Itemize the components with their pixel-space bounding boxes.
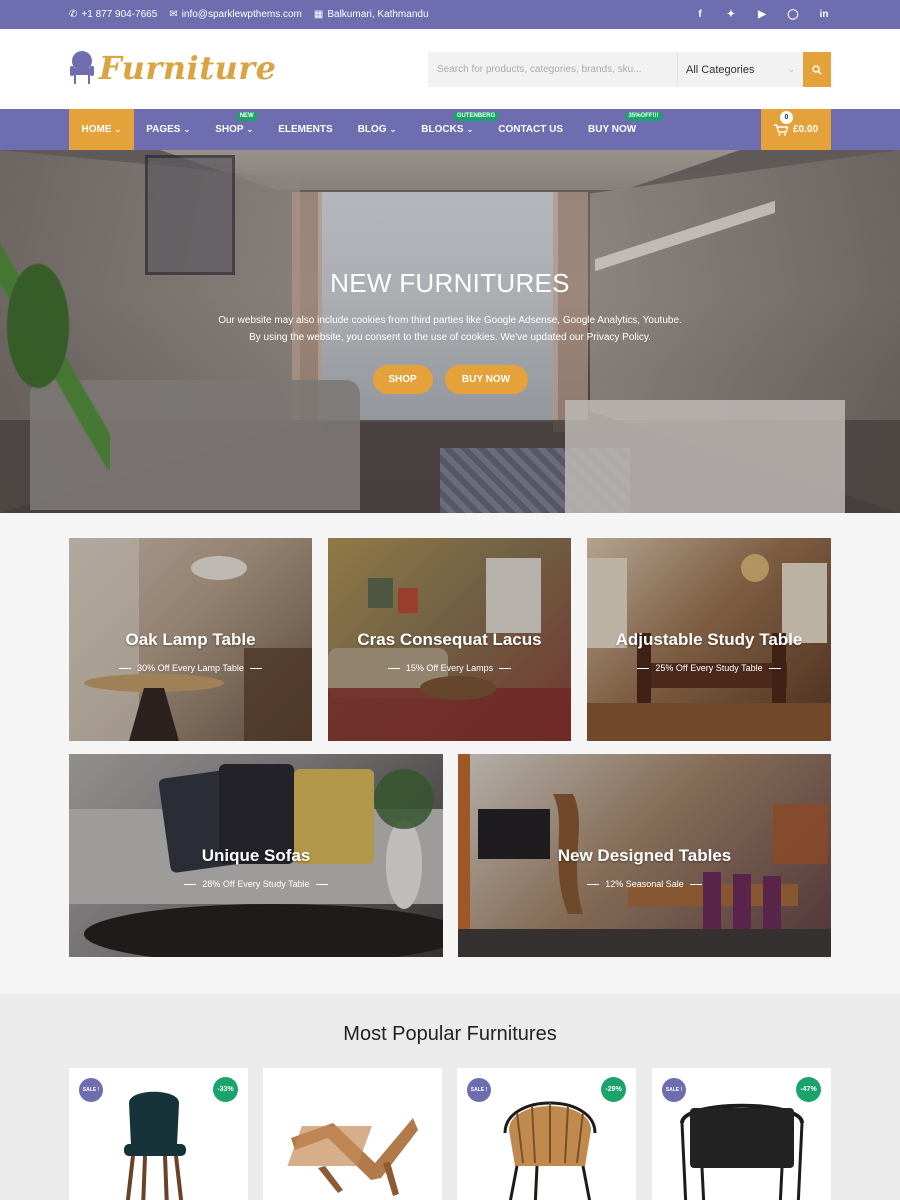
nav-item-label: Home [81, 124, 112, 135]
product-card[interactable]: SALE ! -33% [69, 1068, 248, 1200]
nav-badge-new: NEW [236, 112, 257, 121]
buy-now-button[interactable]: BUY NOW [444, 365, 528, 394]
sale-badge: SALE ! [662, 1078, 686, 1102]
chevron-down-icon: ⌄ [114, 125, 122, 134]
phone-number: +1 877 904-7665 [81, 9, 158, 20]
youtube-icon[interactable]: ▶ [756, 9, 768, 20]
email-item[interactable]: ✉ info@sparklewpthems.com [169, 9, 302, 20]
nav-item-buy-now[interactable]: 35%OFF!!! Buy Now [576, 109, 662, 150]
promo-tile-unique-sofas[interactable]: Unique Sofas 28% Off Every Study Table [69, 754, 443, 957]
promo-title: Oak Lamp Table [125, 630, 256, 649]
promo-subtitle-text: 15% Off Every Lamps [405, 663, 494, 673]
hero-description: Our website may also include cookies fro… [150, 312, 750, 346]
nav-item-label: Shop [215, 124, 244, 135]
promo-subtitle: 25% Off Every Study Table [587, 663, 831, 673]
nav-menu: Home ⌄ Pages ⌄ NEW Shop ⌄ Elements Blog … [69, 109, 662, 150]
promo-tile-adjustable-study-table[interactable]: Adjustable Study Table 25% Off Every Stu… [587, 538, 831, 741]
hero-title: NEW FURNITURES [330, 268, 570, 298]
chevron-down-icon: ⌄ [183, 125, 191, 134]
nav-item-elements[interactable]: Elements [266, 109, 345, 150]
cart-total: £0.00 [792, 124, 819, 135]
phone-icon: ✆ [69, 8, 78, 20]
cart-icon [773, 123, 788, 136]
promo-subtitle: 12% Seasonal Sale [458, 879, 831, 889]
nav-badge-discount: 35%OFF!!! [625, 112, 662, 121]
cart-count-badge: 0 [780, 111, 793, 124]
discount-badge: -33% [213, 1077, 238, 1102]
top-bar: ✆ +1 877 904-7665 ✉ info@sparklewpthems.… [0, 0, 900, 29]
promo-tile-oak-lamp-table[interactable]: Oak Lamp Table 30% Off Every Lamp Table [69, 538, 312, 741]
chevron-down-icon: ⌄ [787, 64, 795, 74]
discount-badge: -47% [796, 1077, 821, 1102]
category-select[interactable]: All Categories ⌄ [677, 52, 803, 87]
email-address: info@sparklewpthems.com [181, 9, 302, 20]
facebook-icon[interactable]: f [694, 9, 706, 20]
phone-item[interactable]: ✆ +1 877 904-7665 [69, 9, 157, 20]
site-logo[interactable]: Furniture [69, 49, 276, 87]
search-bar: All Categories ⌄ [428, 52, 831, 87]
sale-badge: SALE ! [79, 1078, 103, 1102]
promo-tile-cras-consequat-lacus[interactable]: Cras Consequat Lacus 15% Off Every Lamps [328, 538, 571, 741]
twitter-icon[interactable]: ✦ [725, 9, 737, 20]
product-card[interactable]: SALE ! -47% [652, 1068, 831, 1200]
hero-text-line: Our website may also include cookies fro… [218, 315, 682, 326]
promo-subtitle: 28% Off Every Study Table [69, 879, 443, 889]
search-input[interactable] [428, 52, 677, 87]
product-card[interactable]: SALE ! -29% [457, 1068, 636, 1200]
category-selected: All Categories [686, 63, 755, 76]
promo-title: Unique Sofas [201, 846, 311, 865]
logo-text: Furniture [99, 49, 277, 87]
nav-item-label: Contact Us [498, 124, 564, 135]
promo-title: Adjustable Study Table [615, 630, 803, 649]
promo-subtitle: 30% Off Every Lamp Table [69, 663, 312, 673]
hero-content: NEW FURNITURES Our website may also incl… [0, 150, 900, 513]
search-icon [812, 64, 822, 75]
nav-item-label: Pages [146, 124, 181, 135]
promo-tile-new-designed-tables[interactable]: New Designed Tables 12% Seasonal Sale [458, 754, 831, 957]
location-text: Balkumari, Kathmandu [327, 9, 429, 20]
promo-subtitle: 15% Off Every Lamps [328, 663, 571, 673]
magazine-rack-image [287, 1118, 418, 1196]
product-card[interactable] [263, 1068, 442, 1200]
nav-item-blocks[interactable]: GUTENBERG Blocks ⌄ [409, 109, 499, 150]
site-header: Furniture All Categories ⌄ [0, 29, 900, 109]
nav-item-label: Blog [357, 124, 387, 135]
promo-subtitle-text: 28% Off Every Study Table [202, 879, 310, 889]
envelope-icon: ✉ [169, 8, 178, 20]
hero-text-line: By using the website, you consent to the… [249, 332, 651, 343]
nav-item-label: Elements [278, 124, 333, 135]
hero-banner: NEW FURNITURES Our website may also incl… [0, 150, 900, 513]
promo-subtitle-text: 30% Off Every Lamp Table [137, 663, 244, 673]
nav-item-pages[interactable]: Pages ⌄ [134, 109, 203, 150]
shop-button[interactable]: SHOP [372, 365, 433, 394]
linkedin-icon[interactable]: in [818, 9, 830, 20]
section-heading: Most Popular Furnitures [343, 1023, 557, 1045]
sale-badge: SALE ! [467, 1078, 491, 1102]
location-item: ▦ Balkumari, Kathmandu [314, 9, 429, 20]
chevron-down-icon: ⌄ [389, 125, 397, 134]
nav-item-home[interactable]: Home ⌄ [69, 109, 134, 150]
map-icon: ▦ [313, 8, 324, 20]
chair-logo-icon [70, 51, 94, 84]
main-nav: Home ⌄ Pages ⌄ NEW Shop ⌄ Elements Blog … [0, 109, 900, 150]
search-button[interactable] [803, 52, 831, 87]
social-links: f ✦ ▶ ◯ in [694, 0, 830, 29]
nav-item-label: Blocks [421, 124, 464, 135]
discount-badge: -29% [601, 1077, 626, 1102]
chevron-down-icon: ⌄ [466, 125, 474, 134]
hero-buttons: SHOP BUY NOW [0, 365, 900, 394]
nav-item-contact-us[interactable]: Contact Us [486, 109, 576, 150]
promo-title: Cras Consequat Lacus [357, 630, 542, 649]
cart-button[interactable]: 0 £0.00 [761, 109, 831, 150]
popular-section: Most Popular Furnitures SALE ! -33% SALE… [0, 994, 900, 1200]
instagram-icon[interactable]: ◯ [787, 9, 799, 20]
nav-item-blog[interactable]: Blog ⌄ [345, 109, 409, 150]
contact-info: ✆ +1 877 904-7665 ✉ info@sparklewpthems.… [69, 0, 429, 29]
promo-subtitle-text: 25% Off Every Study Table [655, 663, 763, 673]
nav-item-label: Buy Now [588, 124, 637, 135]
chevron-down-icon: ⌄ [246, 125, 254, 134]
promo-subtitle-text: 12% Seasonal Sale [605, 879, 684, 889]
nav-item-shop[interactable]: NEW Shop ⌄ [203, 109, 266, 150]
promo-title: New Designed Tables [557, 846, 732, 865]
